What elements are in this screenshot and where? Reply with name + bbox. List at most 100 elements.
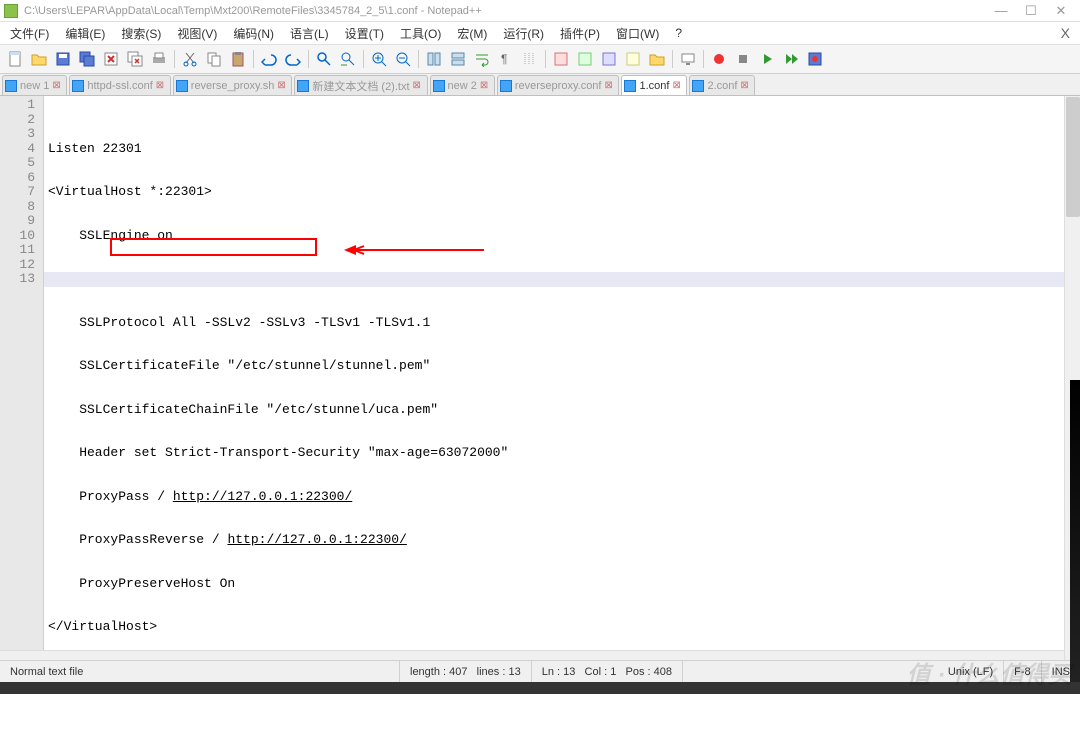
file-tab-new2[interactable]: new 2⊠ xyxy=(430,75,495,95)
macro-play-button[interactable] xyxy=(756,48,778,70)
zoom-in-button[interactable] xyxy=(368,48,390,70)
doc-list-button[interactable] xyxy=(598,48,620,70)
wordwrap-button[interactable] xyxy=(471,48,493,70)
menu-help[interactable]: ? xyxy=(667,24,690,42)
file-tab-new1[interactable]: new 1⊠ xyxy=(2,75,67,95)
print-button[interactable] xyxy=(148,48,170,70)
statusbar: Normal text file length : 407 lines : 13… xyxy=(0,660,1080,682)
close-icon[interactable]: ⊠ xyxy=(740,81,750,91)
file-icon xyxy=(297,80,309,92)
annotation-arrow xyxy=(344,244,484,256)
sync-v-button[interactable] xyxy=(423,48,445,70)
editor-area: 123 456 789 101112 13 Listen 22301 <Virt… xyxy=(0,96,1080,666)
close-button[interactable]: ✕ xyxy=(1046,1,1076,21)
tab-label: reverse_proxy.sh xyxy=(191,80,275,92)
undo-button[interactable] xyxy=(258,48,280,70)
app-icon xyxy=(4,4,18,18)
menu-language[interactable]: 语言(L) xyxy=(282,23,337,44)
close-icon[interactable]: ⊠ xyxy=(52,81,62,91)
code-line: ProxyPreserveHost On xyxy=(48,577,1080,592)
copy-button[interactable] xyxy=(203,48,225,70)
close-icon[interactable]: ⊠ xyxy=(604,81,614,91)
folder-button[interactable] xyxy=(646,48,668,70)
toolbar: ¶ xyxy=(0,44,1080,74)
close-icon[interactable]: ⊠ xyxy=(413,81,423,91)
code-editor[interactable]: Listen 22301 <VirtualHost *:22301> SSLEn… xyxy=(44,96,1080,666)
indent-guide-button[interactable] xyxy=(519,48,541,70)
code-line: SSLProtocol All -SSLv2 -SSLv3 -TLSv1 -TL… xyxy=(48,316,1080,331)
menu-settings[interactable]: 设置(T) xyxy=(337,23,392,44)
menu-plugins[interactable]: 插件(P) xyxy=(552,23,608,44)
new-file-button[interactable] xyxy=(4,48,26,70)
tab-label: 1.conf xyxy=(639,80,669,92)
status-position: Ln : 13 Col : 1 Pos : 408 xyxy=(532,661,683,682)
menu-view[interactable]: 视图(V) xyxy=(169,23,225,44)
macro-save-button[interactable] xyxy=(804,48,826,70)
find-button[interactable] xyxy=(313,48,335,70)
macro-stop-button[interactable] xyxy=(732,48,754,70)
zoom-out-button[interactable] xyxy=(392,48,414,70)
file-tab-reverseproxy-conf[interactable]: reverseproxy.conf⊠ xyxy=(497,75,620,95)
code-line: SSLEngine on xyxy=(48,229,1080,244)
menu-tools[interactable]: 工具(O) xyxy=(392,23,449,44)
desktop-edge xyxy=(0,682,1080,694)
file-icon xyxy=(692,80,704,92)
minimize-button[interactable]: — xyxy=(986,1,1016,21)
open-file-button[interactable] xyxy=(28,48,50,70)
code-line: </VirtualHost> xyxy=(48,620,1080,635)
doc-map-button[interactable] xyxy=(574,48,596,70)
close-file-button[interactable] xyxy=(100,48,122,70)
code-line: SSLCertificateFile "/etc/stunnel/stunnel… xyxy=(48,359,1080,374)
file-tab-1conf[interactable]: 1.conf⊠ xyxy=(621,75,687,95)
url-link[interactable]: http://127.0.0.1:22300/ xyxy=(173,489,352,504)
file-icon xyxy=(72,80,84,92)
line-gutter: 123 456 789 101112 13 xyxy=(0,96,44,666)
save-button[interactable] xyxy=(52,48,74,70)
macro-record-button[interactable] xyxy=(708,48,730,70)
menu-edit[interactable]: 编辑(E) xyxy=(57,23,113,44)
status-eol[interactable]: Unix (LF) xyxy=(938,661,1004,682)
tab-label: httpd-ssl.conf xyxy=(87,80,152,92)
status-filetype: Normal text file xyxy=(0,661,400,682)
url-link[interactable]: http://127.0.0.1:22300/ xyxy=(227,532,406,547)
menu-file[interactable]: 文件(F) xyxy=(2,23,57,44)
menu-window[interactable]: 窗口(W) xyxy=(608,23,667,44)
replace-button[interactable] xyxy=(337,48,359,70)
menu-search[interactable]: 搜索(S) xyxy=(113,23,169,44)
file-icon xyxy=(433,80,445,92)
file-icon xyxy=(176,80,188,92)
close-icon[interactable]: ⊠ xyxy=(672,81,682,91)
lang-udl-button[interactable] xyxy=(550,48,572,70)
cut-button[interactable] xyxy=(179,48,201,70)
desktop-edge-right xyxy=(1070,380,1080,682)
paste-button[interactable] xyxy=(227,48,249,70)
close-all-button[interactable] xyxy=(124,48,146,70)
macro-play-multi-button[interactable] xyxy=(780,48,802,70)
titlebar: C:\Users\LEPAR\AppData\Local\Temp\Mxt200… xyxy=(0,0,1080,22)
menu-macro[interactable]: 宏(M) xyxy=(449,23,495,44)
status-encoding[interactable]: F-8 xyxy=(1004,661,1042,682)
show-all-chars-button[interactable]: ¶ xyxy=(495,48,517,70)
sync-h-button[interactable] xyxy=(447,48,469,70)
monitor-button[interactable] xyxy=(677,48,699,70)
redo-button[interactable] xyxy=(282,48,304,70)
code-line: ProxyPass / http://127.0.0.1:22300/ xyxy=(48,490,1080,505)
file-tab-newtext2[interactable]: 新建文本文档 (2).txt⊠ xyxy=(294,75,427,95)
menu-encoding[interactable]: 编码(N) xyxy=(225,23,282,44)
file-tab-2conf[interactable]: 2.conf⊠ xyxy=(689,75,755,95)
file-tab-httpd-ssl[interactable]: httpd-ssl.conf ⊠ xyxy=(69,75,170,95)
file-tab-reverse-proxy-sh[interactable]: reverse_proxy.sh⊠ xyxy=(173,75,293,95)
code-line: ProxyPassReverse / http://127.0.0.1:2230… xyxy=(48,533,1080,548)
svg-text:¶: ¶ xyxy=(501,52,507,66)
func-list-button[interactable] xyxy=(622,48,644,70)
scrollbar-thumb[interactable] xyxy=(1066,97,1080,217)
close-icon[interactable]: ⊠ xyxy=(277,81,287,91)
close-all-icon[interactable]: X xyxy=(1061,25,1070,41)
file-tabbar: new 1⊠ httpd-ssl.conf⊠ reverse_proxy.sh⊠… xyxy=(0,74,1080,96)
menu-run[interactable]: 运行(R) xyxy=(495,23,552,44)
status-length: length : 407 lines : 13 xyxy=(400,661,532,682)
save-all-button[interactable] xyxy=(76,48,98,70)
close-icon[interactable]: ⊠ xyxy=(156,81,166,91)
maximize-button[interactable]: ☐ xyxy=(1016,1,1046,21)
close-icon[interactable]: ⊠ xyxy=(480,81,490,91)
